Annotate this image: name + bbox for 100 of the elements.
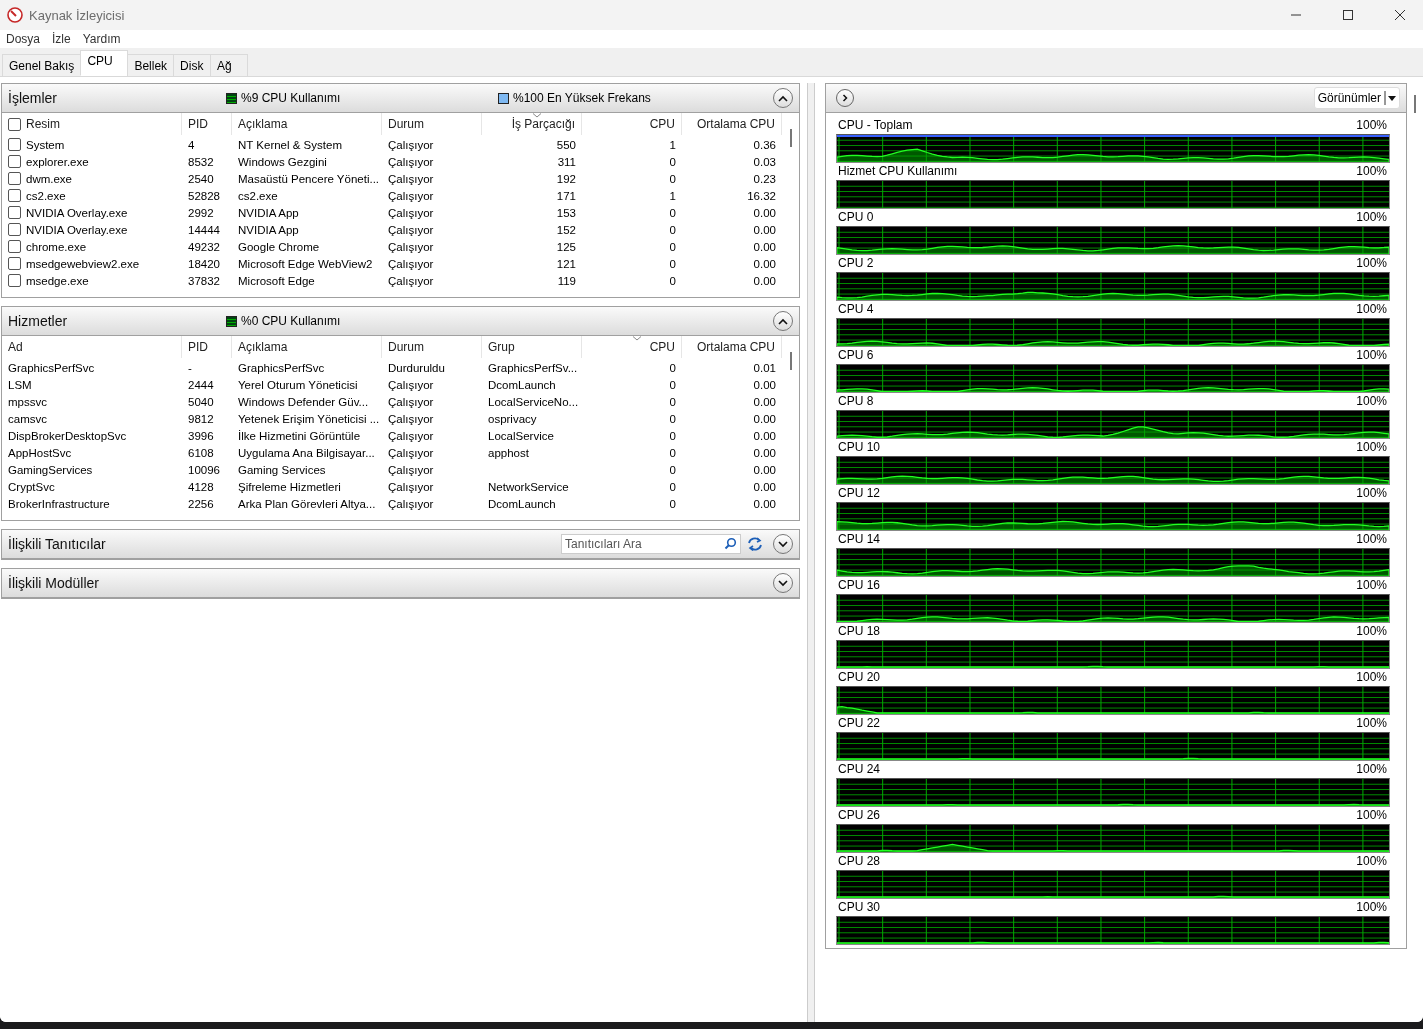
graph-max-label: 100%	[1356, 532, 1387, 547]
checkbox[interactable]	[8, 117, 21, 131]
table-cell-text: LocalServiceNo...	[487, 395, 580, 408]
checkbox[interactable]	[8, 274, 21, 287]
table-cell-text: 4128	[187, 480, 215, 493]
table-cell-text: NVIDIA App	[237, 223, 300, 236]
column-header[interactable]: Grup	[482, 336, 582, 358]
table-cell-text: cs2.exe	[237, 189, 279, 202]
column-header[interactable]: CPU	[582, 336, 682, 358]
menu-item[interactable]: İzle	[46, 32, 77, 46]
search-icon[interactable]	[724, 537, 737, 550]
table-cell-text: Masaüstü Pencere Yöneti...	[237, 172, 381, 185]
search-field[interactable]: Tanıtıcıları Ara	[561, 534, 741, 554]
checkbox[interactable]	[8, 172, 21, 185]
table-cell-text: apphost	[487, 446, 530, 459]
table-cell-text: 119	[556, 274, 577, 287]
checkbox[interactable]	[8, 257, 21, 270]
section-title: İlişkili Tanıtıcılar	[8, 536, 107, 552]
column-header[interactable]: PID	[182, 336, 232, 358]
graph-max-label: 100%	[1356, 854, 1387, 869]
section-title: İşlemler	[8, 90, 58, 106]
column-header[interactable]: Ad	[2, 336, 182, 358]
scrollbar-thumb[interactable]	[789, 352, 792, 370]
table-cell-text: 1	[668, 189, 677, 202]
column-header[interactable]: PID	[182, 113, 232, 135]
tab[interactable]: Genel Bakış	[2, 54, 82, 76]
refresh-icon[interactable]	[747, 536, 763, 552]
tab[interactable]: Ağ	[210, 54, 249, 76]
column-header[interactable]: Durum	[382, 113, 482, 135]
table-cell-text: 0	[668, 395, 677, 408]
table-cell-text: GraphicsPerfSvc	[7, 361, 96, 374]
table-cell-text: 8532	[187, 155, 215, 168]
table-cell-text: 2540	[187, 172, 215, 185]
checkbox[interactable]	[8, 240, 21, 253]
table-cell-text: NVIDIA App	[237, 206, 300, 219]
checkbox[interactable]	[8, 138, 21, 151]
checkbox[interactable]	[8, 223, 21, 236]
checkbox[interactable]	[8, 155, 21, 168]
graph-max-label: 100%	[1356, 256, 1387, 271]
table-cell-text: Arka Plan Görevleri Altya...	[237, 497, 377, 510]
table-cell-text: 311	[556, 155, 577, 168]
collapse-button[interactable]	[773, 573, 793, 593]
table-cell-text: DcomLaunch	[487, 378, 557, 391]
table-cell: NVIDIA Overlay.exe	[26, 223, 128, 236]
table-cell-text: LSM	[7, 378, 33, 391]
collapse-button[interactable]	[773, 311, 793, 331]
table-cell-text: 1	[668, 138, 677, 151]
table-cell-text: 0	[668, 361, 677, 374]
table-cell-text: DispBrokerDesktopSvc	[7, 429, 128, 442]
column-header[interactable]: İş Parçacığı	[482, 113, 582, 135]
table-cell: NVIDIA Overlay.exe	[26, 206, 128, 219]
scrollbar-thumb[interactable]	[789, 129, 792, 147]
graph-label: CPU 16	[838, 578, 881, 593]
table-cell-text: Çalışıyor	[387, 189, 435, 202]
graph-max-label: 100%	[1356, 670, 1387, 685]
table-cell-text: 0	[668, 206, 677, 219]
column-header[interactable]: Açıklama	[232, 113, 382, 135]
table-cell-text: 0	[668, 497, 677, 510]
menu-item[interactable]: Dosya	[0, 32, 46, 46]
scrollbar-thumb[interactable]	[1414, 95, 1416, 113]
tab[interactable]: CPU	[80, 50, 129, 76]
checkbox[interactable]	[8, 189, 21, 202]
table-cell-text: 10096	[187, 463, 221, 476]
graph-label: CPU 30	[838, 900, 881, 915]
column-header[interactable]: Ortalama CPU	[682, 113, 782, 135]
table-cell-text: 153	[555, 206, 577, 219]
column-header[interactable]: Durum	[382, 336, 482, 358]
table-cell-text: Çalışıyor	[387, 497, 435, 510]
table-cell-text: Çalışıyor	[387, 395, 435, 408]
column-header[interactable]: Resim	[2, 113, 182, 135]
collapse-button[interactable]	[773, 534, 793, 554]
table-cell-text: Çalışıyor	[387, 378, 435, 391]
table-cell-text: 52828	[187, 189, 221, 202]
table-cell-text: 2992	[187, 206, 215, 219]
table-cell-text: 37832	[187, 274, 221, 287]
tab[interactable]: Bellek	[127, 54, 175, 76]
expand-button[interactable]	[836, 89, 854, 107]
table-cell-text: 550	[555, 138, 577, 151]
table-cell-text: CryptSvc	[7, 480, 56, 493]
table-cell-text: 0.01	[752, 361, 777, 374]
graph-label: CPU 10	[838, 440, 881, 455]
section-title: İlişkili Modüller	[8, 575, 101, 591]
menu-item[interactable]: Yardım	[76, 32, 127, 46]
graph-label: CPU 22	[838, 716, 881, 731]
table-cell-text: Çalışıyor	[387, 463, 435, 476]
table-cell-text: 0.00	[752, 223, 777, 236]
column-header[interactable]: CPU	[582, 113, 682, 135]
close-icon	[1395, 10, 1405, 20]
checkbox[interactable]	[8, 206, 21, 219]
table-cell-text: NT Kernel & System	[237, 138, 343, 151]
legend-swatch-icon	[226, 315, 237, 327]
graph-label: CPU 6	[838, 348, 874, 363]
collapse-button[interactable]	[773, 88, 793, 108]
table-cell-text: 49232	[187, 240, 221, 253]
scrollbar[interactable]	[806, 83, 815, 1022]
column-header[interactable]: Açıklama	[232, 336, 382, 358]
sort-indicator-icon	[631, 336, 642, 341]
table-cell-text: Çalışıyor	[387, 274, 435, 287]
column-header[interactable]: Ortalama CPU	[682, 336, 782, 358]
views-dropdown[interactable]: Görünümler	[1313, 87, 1400, 109]
